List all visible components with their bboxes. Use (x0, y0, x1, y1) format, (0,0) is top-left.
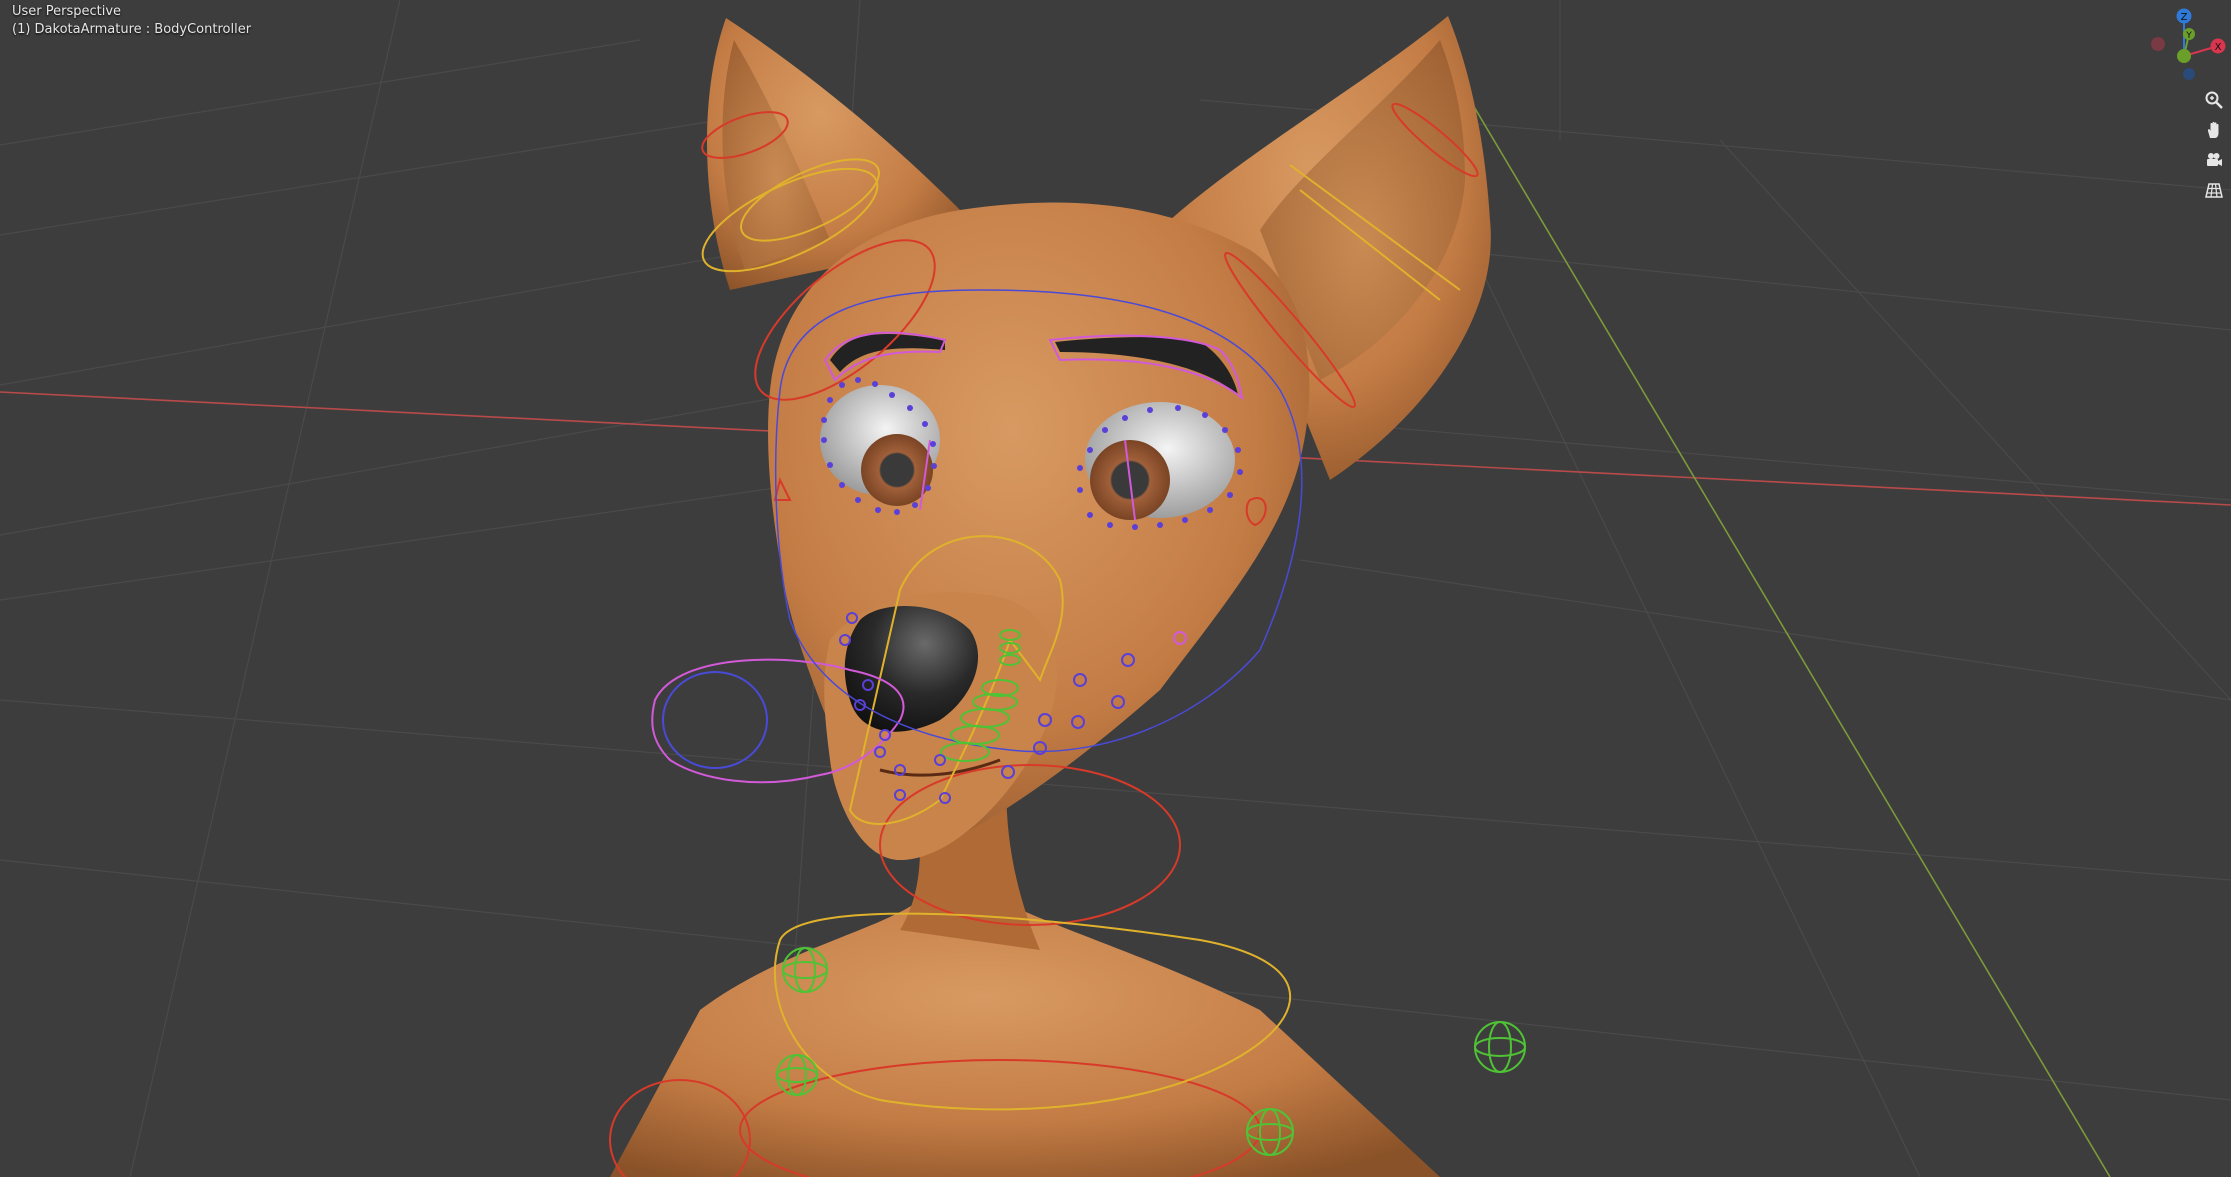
camera-icon (2207, 153, 2222, 166)
camera-view-button[interactable] (2200, 146, 2228, 174)
gizmo-x-label: X (2215, 42, 2222, 53)
y-axis-line (1469, 99, 2111, 1177)
magnifier-icon (2205, 91, 2223, 109)
active-object-label: (1) DakotaArmature : BodyController (12, 22, 252, 37)
gizmo-neg-x[interactable] (2151, 37, 2165, 51)
3d-viewport[interactable]: User Perspective (1) DakotaArmature : Bo… (0, 0, 2231, 1177)
view-name-label: User Perspective (12, 4, 122, 19)
pan-button[interactable] (2200, 116, 2228, 144)
scene-canvas[interactable] (0, 0, 2231, 1177)
gizmo-center[interactable] (2177, 49, 2191, 63)
perspective-toggle-button[interactable] (2200, 176, 2228, 204)
gizmo-y-label: Y (2185, 31, 2192, 41)
bone-ctrl-sphere-shoulder-right[interactable] (1474, 1021, 1526, 1073)
gizmo-neg-y[interactable] (2183, 68, 2195, 80)
bone-ctrl-cheek-blue[interactable] (662, 671, 768, 769)
gizmo-z-label: Z (2181, 12, 2188, 23)
zoom-button[interactable] (2200, 86, 2228, 114)
navigation-gizmo[interactable]: Z Y X (2146, 2, 2230, 86)
grid-icon (2205, 183, 2223, 198)
hand-icon (2207, 121, 2219, 138)
